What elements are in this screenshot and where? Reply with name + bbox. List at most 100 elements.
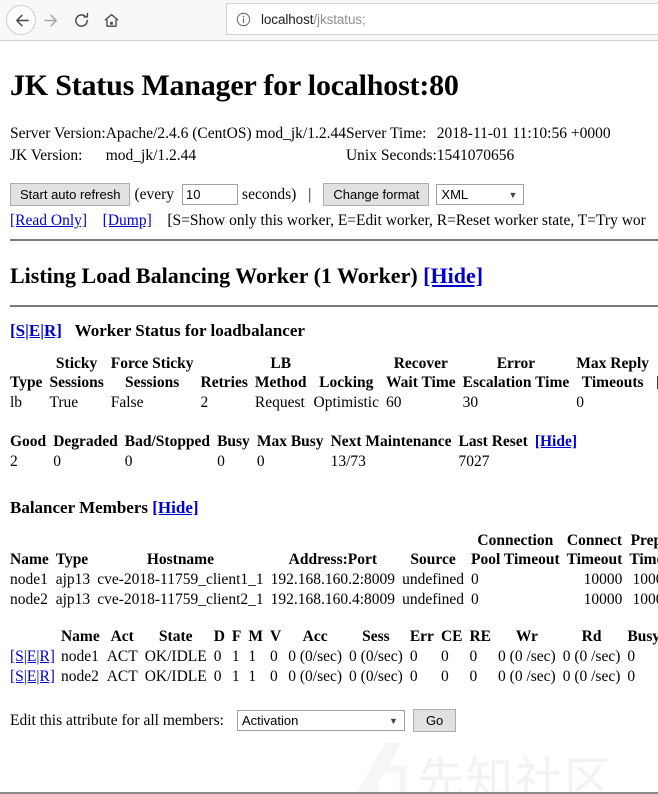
table-header-row: Name Act State D F M V Acc Sess Err CE R…: [10, 628, 658, 647]
table-header-row: Name Type Hostname Address:Port Source P…: [10, 551, 658, 570]
cell-source: undefined: [402, 591, 465, 608]
page-viewport: 先知社区 JK Status Manager for localhost:80 …: [0, 41, 658, 794]
col-top-7: Error: [496, 355, 536, 372]
col-wr: Wr: [515, 628, 538, 645]
cell-degraded: 0: [53, 453, 61, 470]
cell-name: node1: [60, 648, 99, 665]
start-auto-refresh-button[interactable]: Start auto refresh: [10, 183, 131, 206]
forward-button[interactable]: [36, 5, 66, 35]
dump-link[interactable]: [Dump]: [103, 212, 152, 229]
refresh-interval-input[interactable]: [182, 184, 239, 205]
cell-rd: 0 (0 /sec): [562, 668, 621, 685]
read-only-link[interactable]: [Read Only]: [10, 212, 87, 229]
row-actions-link[interactable]: [S|E|R]: [10, 647, 61, 667]
every-label: (every: [134, 185, 175, 203]
worker-status-title: Worker Status for loadbalancer: [74, 321, 305, 340]
col-top-5: [314, 355, 386, 374]
reload-button[interactable]: [66, 5, 96, 35]
cell-acc: 0 (0/sec): [288, 648, 343, 665]
url-host: localhost: [261, 11, 314, 27]
col-top-2: [97, 532, 270, 551]
member-status-table: Name Act State D F M V Acc Sess Err CE R…: [10, 628, 658, 687]
arrow-right-icon: [43, 14, 57, 26]
change-format-button[interactable]: Change format: [323, 183, 430, 206]
cell-hostname: cve-2018-11759_client1_1: [97, 571, 264, 588]
go-button[interactable]: Go: [412, 709, 457, 732]
format-select[interactable]: XML: [436, 184, 525, 205]
site-watermark: 先知社区: [345, 731, 655, 794]
unix-seconds-value: 1541070656: [436, 147, 515, 164]
balancer-members-heading: Balancer Members [Hide]: [10, 498, 658, 518]
table-row: lb True False 2 Request Optimistic 60 30…: [10, 393, 658, 413]
cell-d: 0: [213, 648, 222, 665]
browser-toolbar: localhost/jkstatus;: [0, 0, 658, 41]
summary-hide-link[interactable]: [Hide]: [535, 433, 577, 450]
cell-last-reset: 7027: [458, 453, 490, 470]
col-next-maintenance: Next Maintenance: [330, 433, 452, 450]
col-connect-timeout: Timeout: [566, 551, 623, 568]
col-act: Act: [110, 628, 134, 645]
cell-sess: 0 (0/sec): [349, 668, 403, 685]
server-version-value: Apache/2.4.6 (CentOS) mod_jk/1.2.44: [105, 125, 346, 142]
cell-locking: Optimistic: [313, 394, 379, 411]
col-top-0: [10, 355, 49, 374]
col-good: Good: [10, 433, 47, 450]
col-lb-method: Method: [254, 374, 307, 391]
cell-pad: [535, 452, 584, 472]
col-sticky-sessions: Sessions: [49, 374, 104, 391]
jk-version-value: mod_jk/1.2.44: [105, 147, 197, 164]
home-icon: [104, 13, 118, 27]
listing-hide-link[interactable]: [Hide]: [423, 263, 483, 288]
cell-lb-method: Request: [254, 394, 305, 411]
col-name: Name: [10, 551, 49, 568]
cell-m: 1: [248, 668, 257, 685]
cell-busy: 0: [627, 648, 636, 665]
jk-version-label: JK Version:: [10, 147, 83, 164]
watermark-text: 先知社区: [417, 753, 613, 794]
divider: [10, 305, 658, 307]
table-row: node2 ajp13 cve-2018-11759_client2_1 192…: [10, 590, 658, 610]
table-row: [S|E|R] node1 ACT OK/IDLE 0 1 1 0 0 (0/s…: [10, 647, 658, 667]
col-bad-stopped: Bad/Stopped: [124, 433, 211, 450]
seconds-label: seconds): [242, 185, 297, 203]
attribute-select[interactable]: Activation: [236, 710, 405, 731]
address-bar[interactable]: localhost/jkstatus;: [226, 3, 658, 35]
table-row: Server Version: Apache/2.4.6 (CentOS) mo…: [10, 125, 611, 147]
cell-state: OK/IDLE: [144, 648, 207, 665]
back-button[interactable]: [6, 5, 36, 35]
cell-connection-pool-timeout: 0: [471, 591, 479, 608]
cell-retries: 2: [200, 394, 209, 411]
col-ce: CE: [440, 628, 463, 645]
server-time-value: 2018-11-01 11:10:56 +0000: [436, 125, 611, 142]
col-force-sticky-sessions: Sessions: [124, 374, 180, 391]
listing-heading: Listing Load Balancing Worker (1 Worker)…: [10, 263, 658, 289]
cell-max-busy: 0: [256, 453, 265, 470]
info-circle-icon[interactable]: [236, 12, 251, 27]
col-degraded: Degraded: [53, 433, 118, 450]
cell-v: 0: [270, 648, 278, 665]
cell-v: 0: [270, 668, 278, 685]
home-button[interactable]: [96, 5, 126, 35]
cell-wr: 0 (0 /sec): [498, 648, 556, 665]
row-actions-link[interactable]: [S|E|R]: [10, 667, 61, 687]
members-hide-link[interactable]: [Hide]: [152, 498, 198, 517]
worker-actions-link[interactable]: [S|E|R]: [10, 321, 62, 340]
reload-icon: [74, 12, 88, 27]
col-rd: Rd: [581, 628, 602, 645]
col-connection-pool-timeout: Pool Timeout: [471, 551, 560, 568]
col-v: V: [270, 628, 282, 645]
cell-act: ACT: [106, 648, 138, 665]
server-time-label: Server Time:: [345, 125, 427, 142]
table-row: node1 ajp13 cve-2018-11759_client1_1 192…: [10, 570, 658, 590]
cell-act: ACT: [106, 668, 138, 685]
col-f: F: [231, 628, 242, 645]
cell-sticky-sessions: True: [49, 394, 79, 411]
cell-max-reply-timeouts: 0: [576, 394, 585, 411]
cell-good: 2: [10, 453, 18, 470]
table-row: JK Version: mod_jk/1.2.44 Unix Seconds: …: [10, 147, 611, 169]
links-legend-row: [Read Only] [Dump] [S=Show only this wor…: [10, 212, 658, 230]
col-top-4: LB: [270, 355, 292, 372]
col-max-reply-timeouts: Timeouts: [581, 374, 644, 391]
cell-address-port: 192.168.160.4:8009: [270, 591, 396, 608]
col-top-6: Connect: [566, 532, 623, 549]
